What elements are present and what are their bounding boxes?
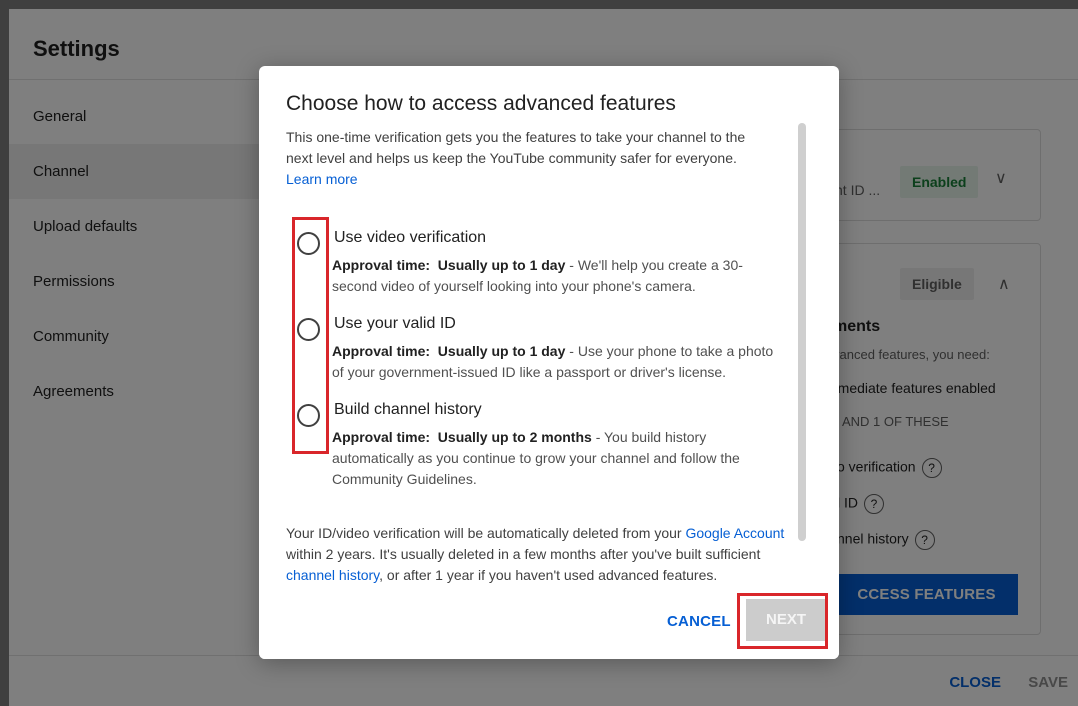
next-button-highlight bbox=[737, 593, 828, 649]
dialog-note: Your ID/video verification will be autom… bbox=[286, 525, 785, 583]
dialog-scrollbar[interactable] bbox=[798, 123, 806, 541]
dialog-title: Choose how to access advanced features bbox=[286, 92, 676, 115]
option-description: Approval time: Usually up to 1 day - Use… bbox=[332, 343, 774, 380]
dialog-intro: This one-time verification gets you the … bbox=[286, 129, 746, 187]
option-description: Approval time: Usually up to 2 months - … bbox=[332, 429, 740, 487]
cancel-button[interactable]: CANCEL bbox=[667, 613, 731, 630]
verification-dialog: Choose how to access advanced features T… bbox=[259, 66, 839, 659]
google-account-link[interactable]: Google Account bbox=[685, 525, 784, 541]
option-title: Use your valid ID bbox=[334, 315, 456, 332]
radio-options-highlight bbox=[292, 217, 329, 454]
channel-history-link[interactable]: channel history bbox=[286, 567, 379, 583]
learn-more-link[interactable]: Learn more bbox=[286, 171, 358, 187]
option-title: Use video verification bbox=[334, 229, 487, 246]
option-description: Approval time: Usually up to 1 day - We'… bbox=[332, 257, 743, 294]
option-title: Build channel history bbox=[334, 401, 482, 418]
